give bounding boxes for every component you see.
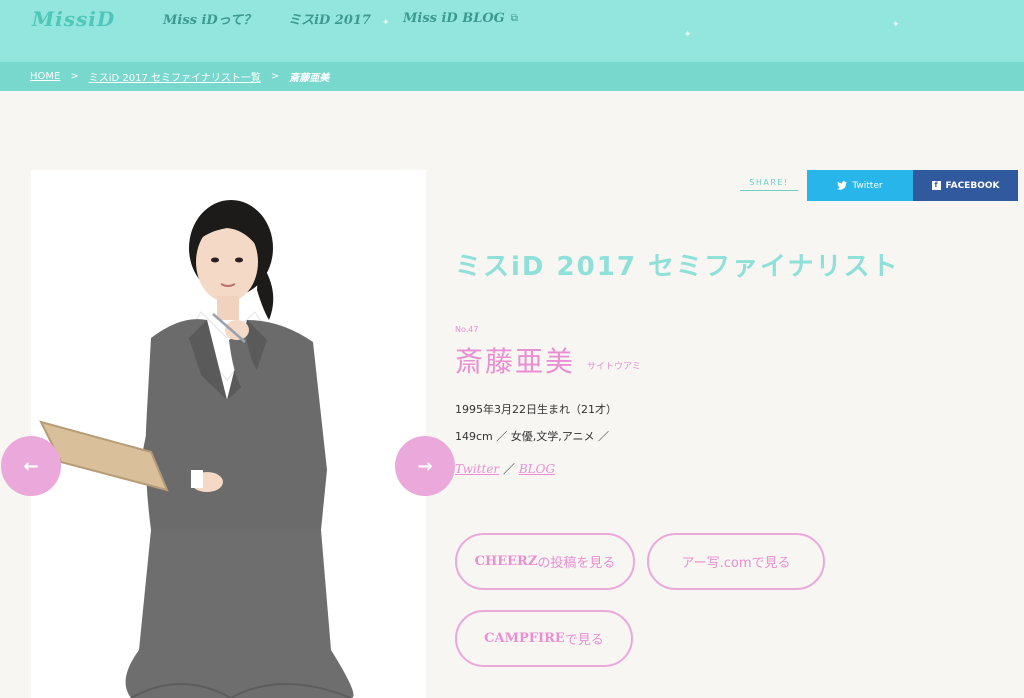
blog-link[interactable]: BLOG xyxy=(519,462,555,476)
share-facebook-button[interactable]: f FACEBOOK xyxy=(913,170,1018,201)
aisha-button[interactable]: アー写.comで見る xyxy=(647,533,825,590)
nav-item-label: Miss iD BLOG xyxy=(402,11,505,26)
cheerz-button[interactable]: CHEERZ の投稿を見る xyxy=(455,533,635,590)
facebook-icon: f xyxy=(931,181,941,190)
main-nav: Miss iDって？ ミスiD 2017 Miss iD BLOG ⧉ xyxy=(163,9,518,28)
nav-item-label: ミスiD 2017 xyxy=(288,13,371,28)
campfire-suffix: で見る xyxy=(564,633,604,648)
sparkle-decoration: ✦ xyxy=(684,30,692,40)
external-link-icon: ⧉ xyxy=(510,13,518,24)
twitter-bird-icon xyxy=(837,181,848,190)
breadcrumb-separator: > xyxy=(70,71,79,82)
link-separator: ／ xyxy=(503,462,516,476)
breadcrumb-separator: > xyxy=(270,71,280,82)
share-twitter-button[interactable]: Twitter xyxy=(807,170,913,201)
nav-item-blog[interactable]: Miss iD BLOG ⧉ xyxy=(403,9,518,28)
arrow-left-icon: ← xyxy=(23,455,39,477)
nav-item-label: Miss iDって？ xyxy=(163,13,257,28)
nav-item-about[interactable]: Miss iDって？ xyxy=(163,9,256,28)
site-logo[interactable]: MissiD xyxy=(32,6,115,32)
sparkle-decoration: ✦ xyxy=(892,20,900,30)
contestant-name: 斎藤亜美 xyxy=(455,345,576,378)
portrait-illustration xyxy=(39,200,354,698)
previous-photo-button[interactable]: ← xyxy=(1,436,61,496)
birth-info: 1995年3月22日生まれ（21才） xyxy=(455,403,617,416)
profile-details: 149cm ／ 女優,文学,アニメ ／ xyxy=(455,430,610,443)
entry-number: No.47 xyxy=(455,325,479,334)
contestant-kana: サイトウアミ xyxy=(587,362,641,372)
aisha-label: アー写.comで見る xyxy=(681,556,791,571)
nav-item-missid-2017[interactable]: ミスiD 2017 xyxy=(288,9,371,28)
profile-links: Twitter ／ BLOG xyxy=(455,460,555,477)
share-label: SHARE! xyxy=(740,178,798,191)
share-facebook-label: FACEBOOK xyxy=(945,180,1000,191)
campfire-brand: CAMPFIRE xyxy=(484,631,565,646)
twitter-link[interactable]: Twitter xyxy=(455,462,499,476)
breadcrumb-current: 斎藤亜美 xyxy=(289,73,330,84)
arrow-right-icon: → xyxy=(417,455,433,477)
profile-photo xyxy=(31,170,426,698)
breadcrumb-home-link[interactable]: HOME xyxy=(30,71,60,82)
campfire-button[interactable]: CAMPFIRE で見る xyxy=(455,610,633,667)
breadcrumb-list-link[interactable]: ミスiD 2017 セミファイナリスト一覧 xyxy=(89,69,261,84)
section-title: ミスiD 2017 セミファイナリスト xyxy=(455,252,900,282)
logo-text: MissiD xyxy=(32,7,116,31)
breadcrumb: HOME > ミスiD 2017 セミファイナリスト一覧 > 斎藤亜美 xyxy=(0,62,1024,91)
share-twitter-label: Twitter xyxy=(852,180,883,191)
cheerz-brand: CHEERZ xyxy=(474,554,538,569)
next-photo-button[interactable]: → xyxy=(395,436,455,496)
site-header: ✦ ✦ ✦ MissiD Miss iDって？ ミスiD 2017 Miss i… xyxy=(0,0,1024,62)
cheerz-suffix: の投稿を見る xyxy=(537,556,616,571)
